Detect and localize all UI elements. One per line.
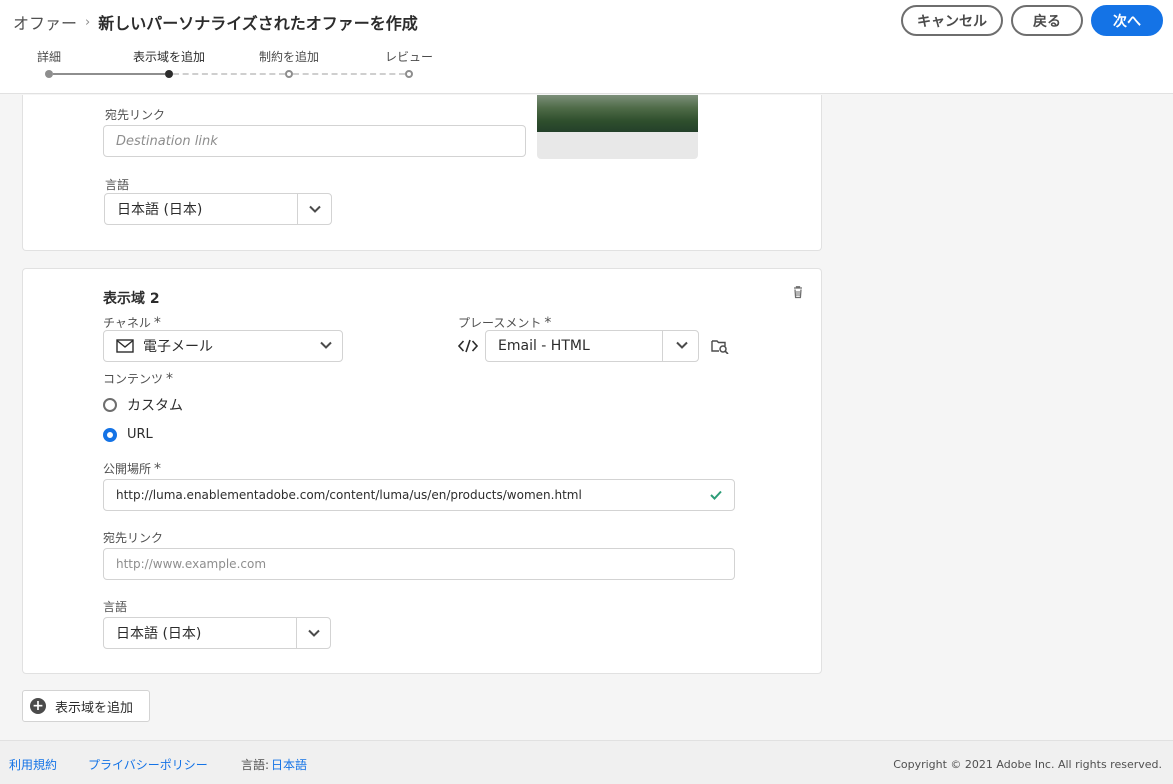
step-connector [173,73,285,75]
radio-button[interactable] [103,398,117,412]
terms-link[interactable]: 利用規約 [9,756,57,773]
language-select[interactable]: 日本語 (日本) [103,617,331,649]
footer-language-label: 言語: [241,758,270,772]
radio-custom-label: カスタム [127,398,183,414]
chevron-down-icon [320,341,332,349]
destination-link-input[interactable]: http://www.example.com [103,548,735,580]
channel-value: 電子メール [143,339,213,355]
page-header: オファー › 新しいパーソナライズされたオファーを作成 キャンセル 戻る 次へ … [0,0,1173,94]
content-preview [537,95,698,159]
step-indicator: 詳細 表示域を追加 制約を追加 レビュー [0,48,480,84]
radio-url[interactable]: URL [103,427,153,442]
zone-1-card: 宛先リンク Destination link 言語 日本語 (日本) [22,95,822,251]
chevron-down-icon[interactable] [297,194,331,224]
step-add-zone-dot [165,70,173,78]
step-add-constraints-dot [285,70,293,78]
public-location-input[interactable]: http://luma.enablementadobe.com/content/… [103,479,735,511]
step-review-dot [405,70,413,78]
privacy-link[interactable]: プライバシーポリシー [88,756,208,773]
forest-image [537,95,698,132]
placement-select[interactable]: Email - HTML [485,330,699,362]
zone-2-card: 表示域 2 チャネル * 電子メール プレースメント * Email - HTML … [22,268,822,674]
step-connector [53,73,165,75]
chevron-down-icon [676,341,688,349]
add-zone-button[interactable]: + 表示域を追加 [22,690,150,722]
breadcrumb-separator: › [85,14,91,30]
radio-button[interactable] [103,427,117,442]
channel-select[interactable]: 電子メール [103,330,343,362]
add-zone-label: 表示域を追加 [55,700,134,716]
page-title: 新しいパーソナライズされたオファーを作成 [98,14,418,33]
breadcrumb: オファー › 新しいパーソナライズされたオファーを作成 [13,10,418,34]
language-select[interactable]: 日本語 (日本) [104,193,332,225]
language-value: 日本語 (日本) [117,202,203,218]
browse-placement-icon[interactable] [711,338,729,354]
public-location-label: 公開場所 * [103,461,162,477]
step-add-zone-label: 表示域を追加 [132,50,206,64]
zone-2-title: 表示域 2 [103,291,160,307]
placement-label: プレースメント * [458,315,552,331]
step-review-label: レビュー [384,50,434,64]
copyright-text: Copyright © 2021 Adobe Inc. All rights r… [893,758,1162,771]
next-button[interactable]: 次へ [1091,5,1163,36]
cancel-button[interactable]: キャンセル [901,5,1003,36]
language-value: 日本語 (日本) [116,626,202,642]
radio-url-label: URL [127,427,153,442]
step-details-dot [45,70,53,78]
step-connector [293,73,405,75]
back-button[interactable]: 戻る [1011,5,1083,36]
destination-link-input[interactable]: Destination link [103,125,526,157]
chevron-down-icon[interactable] [296,618,330,648]
language-label: 言語 [103,600,128,614]
placement-value: Email - HTML [498,338,590,354]
radio-custom[interactable]: カスタム [103,395,183,415]
breadcrumb-offers[interactable]: オファー [13,10,77,34]
envelope-icon [116,339,134,353]
code-icon [458,339,478,353]
checkmark-icon [710,490,722,500]
channel-label: チャネル * [103,315,161,331]
language-label: 言語 [105,178,130,192]
footer-language-link[interactable]: 日本語 [271,756,307,773]
page-footer: 利用規約 プライバシーポリシー 言語: 日本語 Copyright © 2021… [0,740,1173,784]
content-label: コンテンツ * [103,371,174,387]
step-add-constraints-label: 制約を追加 [258,50,320,64]
delete-icon[interactable] [791,285,805,299]
step-details-label: 詳細 [36,50,62,64]
destination-link-label: 宛先リンク [105,108,166,122]
add-circle-icon: + [30,698,46,714]
destination-link-label: 宛先リンク [103,531,164,545]
